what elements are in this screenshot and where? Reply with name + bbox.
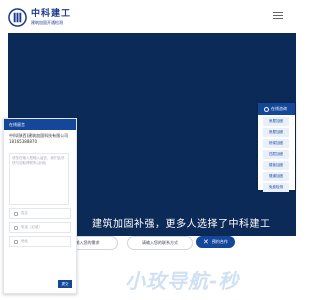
- address-field[interactable]: 地址: [9, 236, 71, 247]
- brand-subtitle: 建筑加固开通检测: [31, 19, 63, 25]
- quick-item[interactable]: 免费检测: [263, 183, 289, 192]
- quick-item[interactable]: 四层加固: [263, 150, 289, 159]
- location-icon: [14, 239, 18, 244]
- tools-icon: ✕: [203, 238, 209, 246]
- quick-item[interactable]: 楼板加固: [263, 161, 289, 170]
- message-panel-header: 在线留言: [4, 119, 76, 130]
- chat-icon: [264, 106, 269, 112]
- quick-consult-panel: 在线咨询 房屋加固 房屋加固 桥梁加固 四层加固 楼板加固 隧道加固 免费检测: [258, 103, 295, 192]
- quick-item[interactable]: 房屋加固: [263, 117, 289, 126]
- company-phone: 18165388870: [9, 139, 37, 144]
- user-icon: [14, 211, 18, 216]
- logo-icon: [8, 7, 27, 27]
- phone-icon: [14, 225, 18, 230]
- address-placeholder: 地址: [21, 239, 28, 243]
- quick-item[interactable]: 隧道加固: [263, 172, 289, 181]
- company-name: 中科(陕西)建筑加固科技有限公司: [9, 133, 69, 138]
- quick-consult-title: 在线咨询: [271, 106, 287, 111]
- watermark-text: 小玫导航-秒: [125, 269, 240, 293]
- message-textarea[interactable]: 请您在输入框输入留言，我们会尽快与您取得联系(必填): [9, 153, 69, 205]
- appointment-label: 预约合作: [211, 239, 228, 244]
- logo[interactable]: 中科建工 建筑加固开通检测: [8, 5, 78, 29]
- quick-item[interactable]: 房屋加固: [263, 128, 289, 137]
- hero-slogan: 建筑加固补强，更多人选择了中科建工: [92, 219, 271, 230]
- name-placeholder: 姓名: [21, 211, 28, 215]
- name-field[interactable]: 姓名: [9, 208, 71, 219]
- phone-placeholder: 电话（必填）: [21, 225, 42, 229]
- site-header: 中科建工 建筑加固开通检测: [0, 0, 300, 33]
- contact-input[interactable]: 请输入您的联系方式: [127, 236, 193, 250]
- message-submit-button[interactable]: 提交: [58, 280, 72, 288]
- brand-name: 中科建工: [31, 8, 72, 19]
- menu-icon[interactable]: [273, 12, 283, 20]
- phone-field[interactable]: 电话（必填）: [9, 222, 71, 233]
- quick-item[interactable]: 桥梁加固: [263, 139, 289, 148]
- quick-consult-header[interactable]: 在线咨询: [258, 103, 295, 115]
- appointment-button[interactable]: ✕ 预约合作: [196, 236, 235, 248]
- message-panel: 在线留言 中科(陕西)建筑加固科技有限公司 18165388870 请您在输入框…: [3, 118, 77, 294]
